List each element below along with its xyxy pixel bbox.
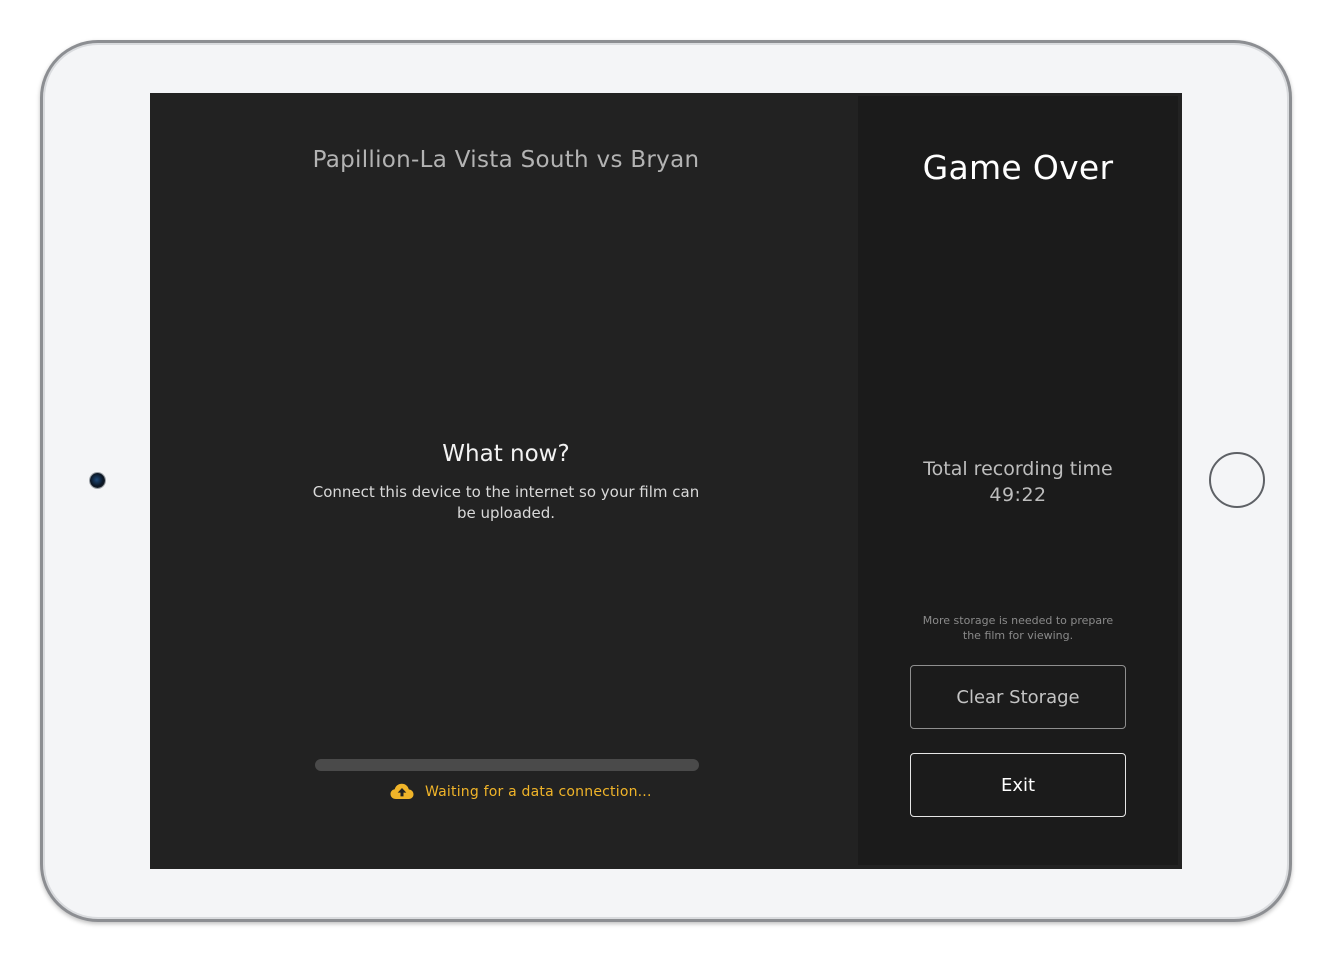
game-over-title: Game Over — [922, 148, 1114, 187]
storage-warning: More storage is needed to prepare the fi… — [922, 614, 1114, 642]
prompt-message: Connect this device to the internet so y… — [312, 483, 700, 522]
upload-status-text: Waiting for a data connection... — [425, 784, 652, 800]
exit-button[interactable]: Exit — [910, 753, 1126, 817]
prompt-title: What now? — [442, 441, 570, 467]
app-screen: Papillion-La Vista South vs Bryan What n… — [150, 93, 1182, 869]
upload-progress-bar — [315, 759, 699, 771]
clear-storage-button[interactable]: Clear Storage — [910, 665, 1126, 729]
game-title: Papillion-La Vista South vs Bryan — [312, 147, 700, 173]
upload-status: Waiting for a data connection... — [390, 781, 652, 803]
home-button[interactable] — [1209, 452, 1265, 508]
cloud-upload-icon — [390, 782, 414, 802]
game-summary-panel: Game Over Total recording time 49:22 Mor… — [858, 96, 1178, 865]
recording-time-label: Total recording time — [923, 458, 1113, 480]
front-camera — [90, 473, 105, 488]
recording-time-value: 49:22 — [989, 484, 1047, 506]
upload-panel: Papillion-La Vista South vs Bryan What n… — [150, 93, 858, 869]
